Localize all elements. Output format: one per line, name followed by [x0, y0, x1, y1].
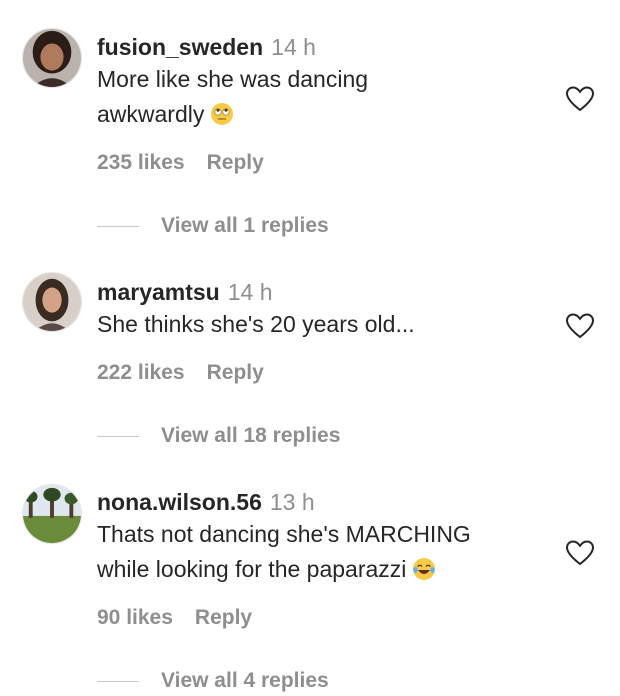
view-replies-button[interactable]: View all 18 replies — [97, 424, 340, 448]
comment-text-line: while looking for the paparazzi — [97, 556, 407, 582]
comment-text: Thats not dancing she's MARCHING while l… — [97, 517, 552, 587]
eye-roll-emoji-icon — [211, 103, 234, 125]
username[interactable]: nona.wilson.56 — [97, 489, 262, 515]
view-replies-button[interactable]: View all 4 replies — [97, 669, 329, 693]
heart-outline-icon[interactable] — [565, 312, 595, 340]
username[interactable]: maryamtsu — [97, 279, 220, 305]
avatar[interactable] — [22, 272, 82, 332]
view-replies-label: View all 18 replies — [161, 424, 341, 447]
divider — [97, 680, 139, 682]
reply-button[interactable]: Reply — [207, 361, 264, 384]
heart-outline-icon[interactable] — [565, 539, 595, 567]
laughing-tears-emoji-icon — [413, 558, 436, 580]
comment-text-line: awkwardly — [97, 101, 205, 127]
comment-text: She thinks she's 20 years old... — [97, 307, 552, 342]
divider — [97, 225, 139, 227]
avatar[interactable] — [22, 28, 82, 88]
username[interactable]: fusion_sweden — [97, 34, 263, 60]
reply-button[interactable]: Reply — [195, 606, 252, 629]
view-replies-label: View all 4 replies — [161, 669, 329, 692]
view-replies-button[interactable]: View all 1 replies — [97, 214, 329, 238]
comment-text-line: More like she was dancing — [97, 66, 369, 92]
timestamp: 14 h — [271, 34, 316, 60]
avatar[interactable] — [22, 484, 82, 544]
heart-outline-icon[interactable] — [565, 85, 595, 113]
likes-count[interactable]: 222 likes — [97, 361, 185, 384]
likes-count[interactable]: 90 likes — [97, 606, 173, 629]
comment-text-line: She thinks she's 20 years old... — [97, 311, 415, 337]
divider — [97, 435, 139, 437]
likes-count[interactable]: 235 likes — [97, 151, 185, 174]
reply-button[interactable]: Reply — [207, 151, 264, 174]
comment-text: More like she was dancing awkwardly — [97, 62, 552, 132]
timestamp: 13 h — [269, 489, 315, 515]
timestamp: 14 h — [227, 279, 273, 305]
comment-text-line: Thats not dancing she's MARCHING — [97, 521, 471, 547]
view-replies-label: View all 1 replies — [161, 214, 329, 237]
